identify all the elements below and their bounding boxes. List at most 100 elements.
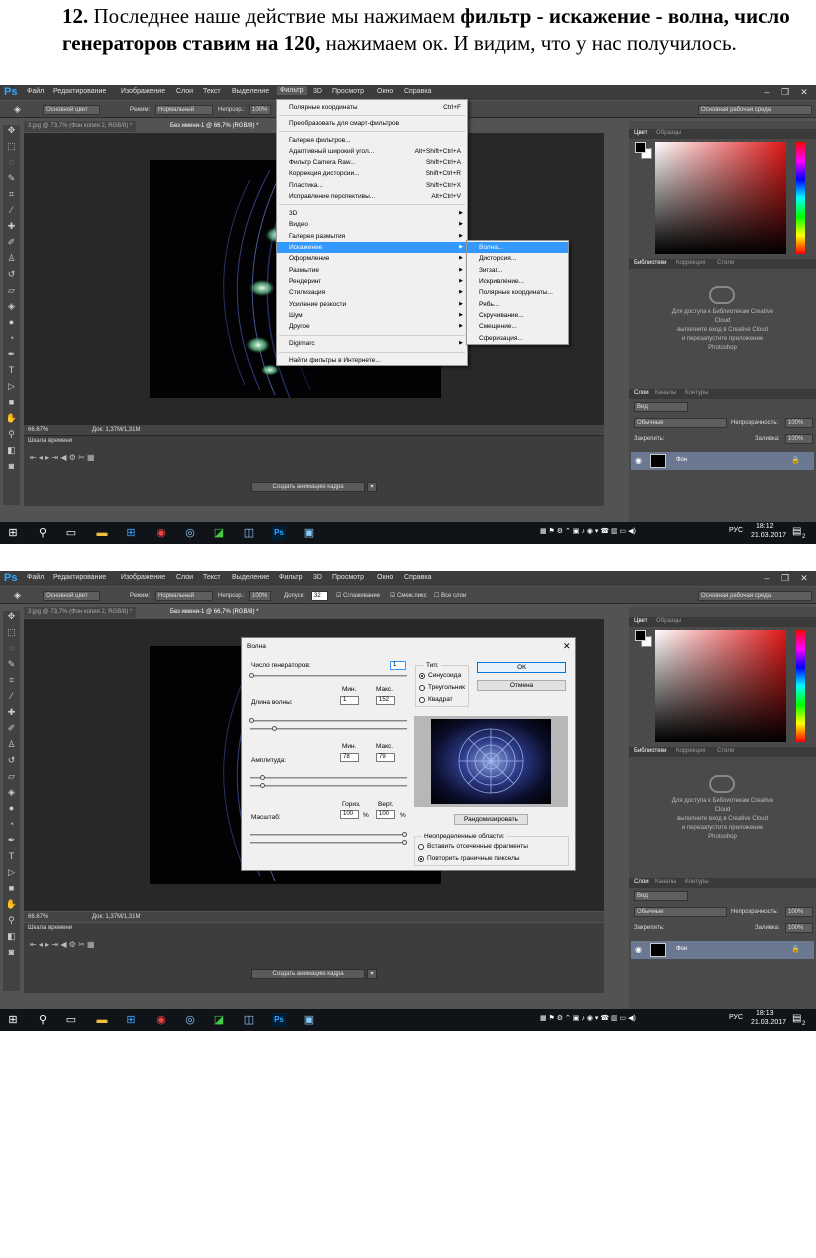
menu-item-liquify[interactable]: Пластика... Shift+Ctrl+X: [277, 180, 467, 191]
cancel-button[interactable]: Отмена: [477, 680, 566, 691]
foreground-color-swatch[interactable]: [635, 630, 646, 641]
menu-item-stylize[interactable]: Стилизация ▶: [277, 287, 467, 298]
amplitude-max-slider[interactable]: [250, 785, 407, 787]
type-sine-radio[interactable]: [419, 673, 425, 679]
paint-bucket-icon[interactable]: ◈: [14, 104, 21, 115]
tab-swatches[interactable]: Образцы: [656, 618, 681, 624]
menu-item-filter-gallery[interactable]: Галерея фильтров...: [277, 135, 467, 146]
type-tool-icon[interactable]: T: [3, 851, 20, 862]
menu-image[interactable]: Изображение: [121, 574, 165, 581]
clock-date[interactable]: 21.03.2017: [751, 1019, 786, 1026]
menu-select[interactable]: Выделение: [232, 574, 269, 581]
zoom-level[interactable]: 66.67%: [28, 912, 48, 922]
hand-tool-icon[interactable]: ✋: [3, 413, 20, 424]
language-indicator[interactable]: РУС: [729, 527, 743, 534]
tray-icons[interactable]: ▦ ⚑ ⚙ ⌃ ▣ ♪ ◉ ▾ ☎ ▥ ▭ ◀): [540, 1014, 636, 1022]
minimize-icon[interactable]: –: [758, 572, 776, 584]
type-triangle-radio[interactable]: [419, 685, 425, 691]
menu-item-browse-filters[interactable]: Найти фильтры в Интернете...: [277, 355, 467, 366]
fill-source-dropdown[interactable]: Основной цвет: [43, 591, 100, 601]
timeline-controls-icon[interactable]: ⇤ ◂ ▸ ⇥ ◀ ⚙ ✂ ▦: [30, 453, 95, 462]
menu-item-camera-raw[interactable]: Фильтр Camera Raw... Shift+Ctrl+A: [277, 157, 467, 168]
wavelength-min-slider[interactable]: [250, 720, 407, 722]
tab-styles[interactable]: Стили: [717, 260, 734, 266]
app-icon-4[interactable]: ▣: [302, 1013, 316, 1027]
animation-dropdown-icon[interactable]: ▾: [367, 969, 377, 979]
visibility-eye-icon[interactable]: ◉: [635, 456, 642, 465]
shape-tool-icon[interactable]: ■: [3, 397, 20, 408]
path-select-icon[interactable]: ▷: [3, 867, 20, 878]
tab-libraries[interactable]: Библиотеки: [634, 260, 667, 266]
notifications-icon[interactable]: ▤: [792, 526, 801, 537]
menu-3d[interactable]: 3D: [313, 574, 322, 581]
tab-channels[interactable]: Каналы: [655, 879, 676, 885]
zoom-tool-icon[interactable]: ⚲: [3, 429, 20, 440]
color-swatches-icon[interactable]: ◧: [3, 445, 20, 456]
shape-tool-icon[interactable]: ■: [3, 883, 20, 894]
app-icon-4[interactable]: ▣: [302, 526, 316, 540]
menu-item-video[interactable]: Видео ▶: [277, 219, 467, 230]
tab-layers[interactable]: Слои: [634, 390, 649, 396]
foreground-color-swatch[interactable]: [635, 142, 646, 153]
wavelength-min-input[interactable]: 1: [340, 696, 359, 705]
tab-swatches[interactable]: Образцы: [656, 130, 681, 136]
workspace-dropdown[interactable]: Основная рабочая среда: [698, 591, 812, 601]
wrap-around-radio[interactable]: [418, 844, 424, 850]
menu-select[interactable]: Выделение: [232, 88, 269, 95]
eyedropper-tool-icon[interactable]: ⁄: [3, 205, 20, 216]
file-explorer-icon[interactable]: ▬: [95, 1013, 109, 1027]
minimize-icon[interactable]: –: [758, 86, 776, 98]
type-square-radio[interactable]: [419, 697, 425, 703]
tab-adjustments[interactable]: Коррекция: [676, 260, 706, 266]
path-select-icon[interactable]: ▷: [3, 381, 20, 392]
pen-tool-icon[interactable]: ✒: [3, 835, 20, 846]
hue-slider[interactable]: [796, 142, 805, 254]
submenu-item-polar-coordinates[interactable]: Полярные координаты...: [467, 287, 568, 298]
search-icon[interactable]: ⚲: [36, 1013, 50, 1027]
menu-item-distort[interactable]: Искажение ▶: [277, 242, 467, 253]
tab-adjustments[interactable]: Коррекция: [676, 748, 706, 754]
contiguous-checkbox[interactable]: ☑ Смеж.пикс: [390, 592, 427, 599]
task-view-icon[interactable]: ▭: [64, 1013, 78, 1027]
layer-row-background[interactable]: ◉ Фон 🔒: [631, 452, 814, 470]
language-indicator[interactable]: РУС: [729, 1014, 743, 1021]
wavelength-max-input[interactable]: 152: [376, 696, 395, 705]
windows-start-icon[interactable]: ⊞: [6, 1013, 20, 1027]
ok-button[interactable]: ОК: [477, 662, 566, 673]
submenu-item-zigzag[interactable]: Зигзаг...: [467, 265, 568, 276]
amplitude-max-input[interactable]: 79: [376, 753, 395, 762]
history-brush-icon[interactable]: ↺: [3, 269, 20, 280]
quick-select-tool-icon[interactable]: ✎: [3, 173, 20, 184]
tray-icons[interactable]: ▦ ⚑ ⚙ ⌃ ▣ ♪ ◉ ▾ ☎ ▥ ▭ ◀): [540, 527, 636, 535]
layer-row-background[interactable]: ◉ Фон 🔒: [631, 941, 814, 959]
eraser-tool-icon[interactable]: ▱: [3, 285, 20, 296]
scale-vert-knob[interactable]: [402, 840, 407, 845]
layer-opacity-input[interactable]: 100%: [785, 418, 813, 428]
menu-layers[interactable]: Слои: [176, 574, 193, 581]
scale-horiz-knob[interactable]: [402, 832, 407, 837]
app-icon[interactable]: ◎: [183, 1013, 197, 1027]
layer-fill-input[interactable]: 100%: [785, 923, 813, 933]
tolerance-input[interactable]: 32: [311, 591, 328, 601]
bucket-tool-icon[interactable]: ◈: [3, 301, 20, 312]
photoshop-taskbar-icon[interactable]: Ps: [272, 1013, 286, 1027]
tab-document-2[interactable]: Без имени-1 @ 66,7% (RGB/8) *: [166, 607, 263, 618]
crop-tool-icon[interactable]: ⌗: [3, 189, 20, 200]
menu-item-last-filter[interactable]: Полярные координаты Ctrl+F: [277, 102, 467, 113]
menu-item-digimarc[interactable]: Digimarc ▶: [277, 338, 467, 349]
opacity-input[interactable]: 100%: [249, 591, 271, 601]
layer-opacity-input[interactable]: 100%: [785, 907, 813, 917]
search-icon[interactable]: ⚲: [36, 526, 50, 540]
scale-horiz-input[interactable]: 100: [340, 810, 359, 819]
menu-file[interactable]: Файл: [27, 574, 44, 581]
hue-slider[interactable]: [796, 630, 805, 742]
blend-mode-dropdown[interactable]: Обычные: [634, 418, 727, 428]
menu-item-other[interactable]: Другое ▶: [277, 321, 467, 332]
zoom-level[interactable]: 66.67%: [28, 425, 48, 435]
restore-icon[interactable]: ❐: [776, 572, 794, 584]
menu-item-lens-correction[interactable]: Коррекция дисторсии... Shift+Ctrl+R: [277, 168, 467, 179]
file-explorer-icon[interactable]: ▬: [95, 526, 109, 540]
generators-input[interactable]: 1: [390, 661, 406, 670]
tab-styles[interactable]: Стили: [717, 748, 734, 754]
chrome-icon[interactable]: ◉: [154, 1013, 168, 1027]
